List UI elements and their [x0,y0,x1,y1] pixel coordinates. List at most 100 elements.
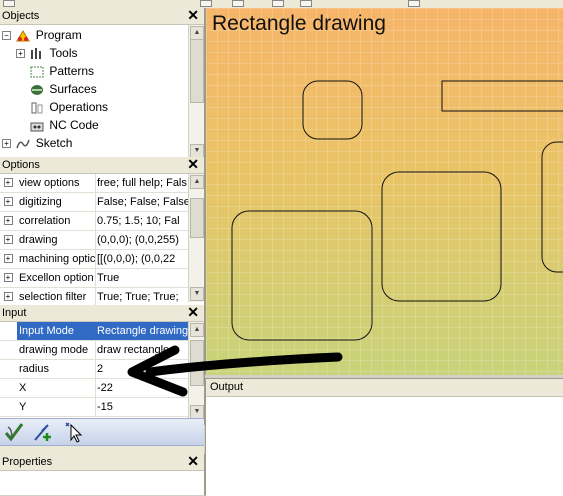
expand-icon[interactable]: + [3,235,13,244]
canvas-grid [206,8,563,375]
scroll-up-icon[interactable]: ▲ [190,26,204,40]
option-value[interactable]: False; False; False [94,193,189,211]
tools-icon [31,47,42,59]
toolbar-button-fragment[interactable] [300,0,312,7]
canvas-title: Rectangle drawing [212,12,386,35]
expand-icon[interactable]: + [2,139,11,149]
options-row[interactable]: + Excellon option True [0,269,189,288]
toolbar-button-fragment[interactable] [3,0,15,7]
option-name: drawing [17,231,96,249]
operations-icon [31,102,43,114]
objects-panel-title: Objects [2,10,40,22]
input-value[interactable]: 2 [94,360,189,378]
toolbar-button-fragment[interactable] [272,0,284,7]
options-row[interactable]: + drawing (0,0,0); (0,0,255) [0,231,189,250]
input-name: radius [17,360,96,378]
input-value[interactable]: -22 [94,379,189,397]
expand-icon[interactable]: + [3,273,13,282]
options-scrollbar[interactable]: ▲ ▼ [188,174,204,302]
canvas-drawing [206,8,563,375]
expand-icon[interactable]: + [3,178,13,187]
scroll-down-icon[interactable]: ▼ [190,287,204,301]
left-dock: Objects ✕ − Program + Tools Patterns Sur… [0,8,205,495]
objects-panel-header: Objects ✕ [0,8,204,25]
expand-icon[interactable]: + [3,292,13,301]
input-panel-title: Input [2,307,27,319]
expand-icon[interactable]: + [16,49,25,59]
option-value[interactable]: 0.75; 1.5; 10; Fal [94,212,189,230]
properties-panel: Properties ✕ [0,454,205,495]
option-name: Excellon option [17,269,96,287]
option-name: correlation [17,212,96,230]
input-grid: Input Mode Rectangle drawing drawing mode… [0,322,189,417]
close-icon[interactable]: ✕ [187,8,199,23]
tree-item-label: Operations [49,100,109,114]
patterns-icon [30,66,44,78]
tree-item-operations[interactable]: Operations [30,98,108,116]
scroll-up-icon[interactable]: ▲ [190,323,204,337]
program-icon [16,29,31,42]
scroll-down-icon[interactable]: ▼ [190,405,204,419]
option-value[interactable]: (0,0,0); (0,0,255) [94,231,189,249]
option-value[interactable]: free; full help; Fals [94,174,189,192]
option-name: digitizing [17,193,96,211]
output-panel: Output [205,378,563,496]
expand-icon[interactable]: + [3,197,13,206]
tree-item-program[interactable]: − Program [2,26,82,44]
option-value[interactable]: True [94,269,189,287]
tree-item-tools[interactable]: + Tools [16,44,77,62]
nc-code-icon [30,122,44,132]
option-value[interactable]: True; True; True; [94,288,189,306]
add-point-icon[interactable] [32,421,54,443]
input-row[interactable]: X -22 [0,379,189,398]
close-icon[interactable]: ✕ [187,305,199,320]
objects-scrollbar[interactable]: ▲ ▼ [188,25,204,159]
tree-item-patterns[interactable]: Patterns [30,62,94,80]
tree-item-nc-code[interactable]: NC Code [30,116,99,134]
options-panel-title: Options [2,159,40,171]
input-scrollbar[interactable]: ▲ ▼ [188,322,204,420]
option-name: view options [17,174,96,192]
close-icon[interactable]: ✕ [187,454,199,469]
properties-panel-title: Properties [2,456,53,468]
input-row[interactable]: Input Mode Rectangle drawing [0,322,189,341]
output-panel-title: Output [206,379,563,397]
options-row[interactable]: + digitizing False; False; False [0,193,189,212]
option-value[interactable]: [[(0,0,0); (0,0,22 [94,250,189,268]
toolbar-button-fragment[interactable] [408,0,420,7]
toolbar-button-fragment[interactable] [232,0,244,7]
scroll-thumb[interactable] [190,198,204,238]
input-row[interactable]: radius 2 [0,360,189,379]
select-cursor-icon[interactable] [63,421,85,443]
input-value[interactable]: draw rectangles [94,341,189,359]
tree-item-label: Surfaces [49,82,97,96]
input-name: X [17,379,96,397]
scroll-thumb[interactable] [190,39,204,103]
tree-item-label: Patterns [49,64,95,78]
scroll-thumb[interactable] [190,340,204,386]
close-icon[interactable]: ✕ [187,157,199,172]
toolbar-button-fragment[interactable] [200,0,212,7]
apply-icon[interactable] [3,421,25,443]
tree-item-label: Sketch [35,136,73,150]
options-panel-header: Options ✕ [0,157,204,174]
tree-item-label: Tools [49,46,78,60]
drawing-canvas[interactable]: Rectangle drawing [205,8,563,375]
objects-tree: − Program + Tools Patterns Surfaces Oper… [0,25,204,159]
options-row[interactable]: + view options free; full help; Fals [0,174,189,193]
collapse-icon[interactable]: − [2,31,11,41]
options-row[interactable]: + machining optic [[(0,0,0); (0,0,22 [0,250,189,269]
input-name: Input Mode [17,322,96,340]
input-value[interactable]: Rectangle drawing [94,322,189,340]
option-name: machining optic [17,250,96,268]
expand-icon[interactable]: + [3,254,13,263]
tree-item-sketch[interactable]: + Sketch [2,134,72,152]
expand-icon[interactable]: + [3,216,13,225]
input-row[interactable]: Y -15 [0,398,189,417]
tree-item-surfaces[interactable]: Surfaces [30,80,97,98]
scroll-up-icon[interactable]: ▲ [190,175,204,189]
input-value[interactable]: -15 [94,398,189,416]
input-row[interactable]: drawing mode draw rectangles [0,341,189,360]
options-row[interactable]: + correlation 0.75; 1.5; 10; Fal [0,212,189,231]
objects-panel: Objects ✕ − Program + Tools Patterns Sur… [0,8,205,160]
